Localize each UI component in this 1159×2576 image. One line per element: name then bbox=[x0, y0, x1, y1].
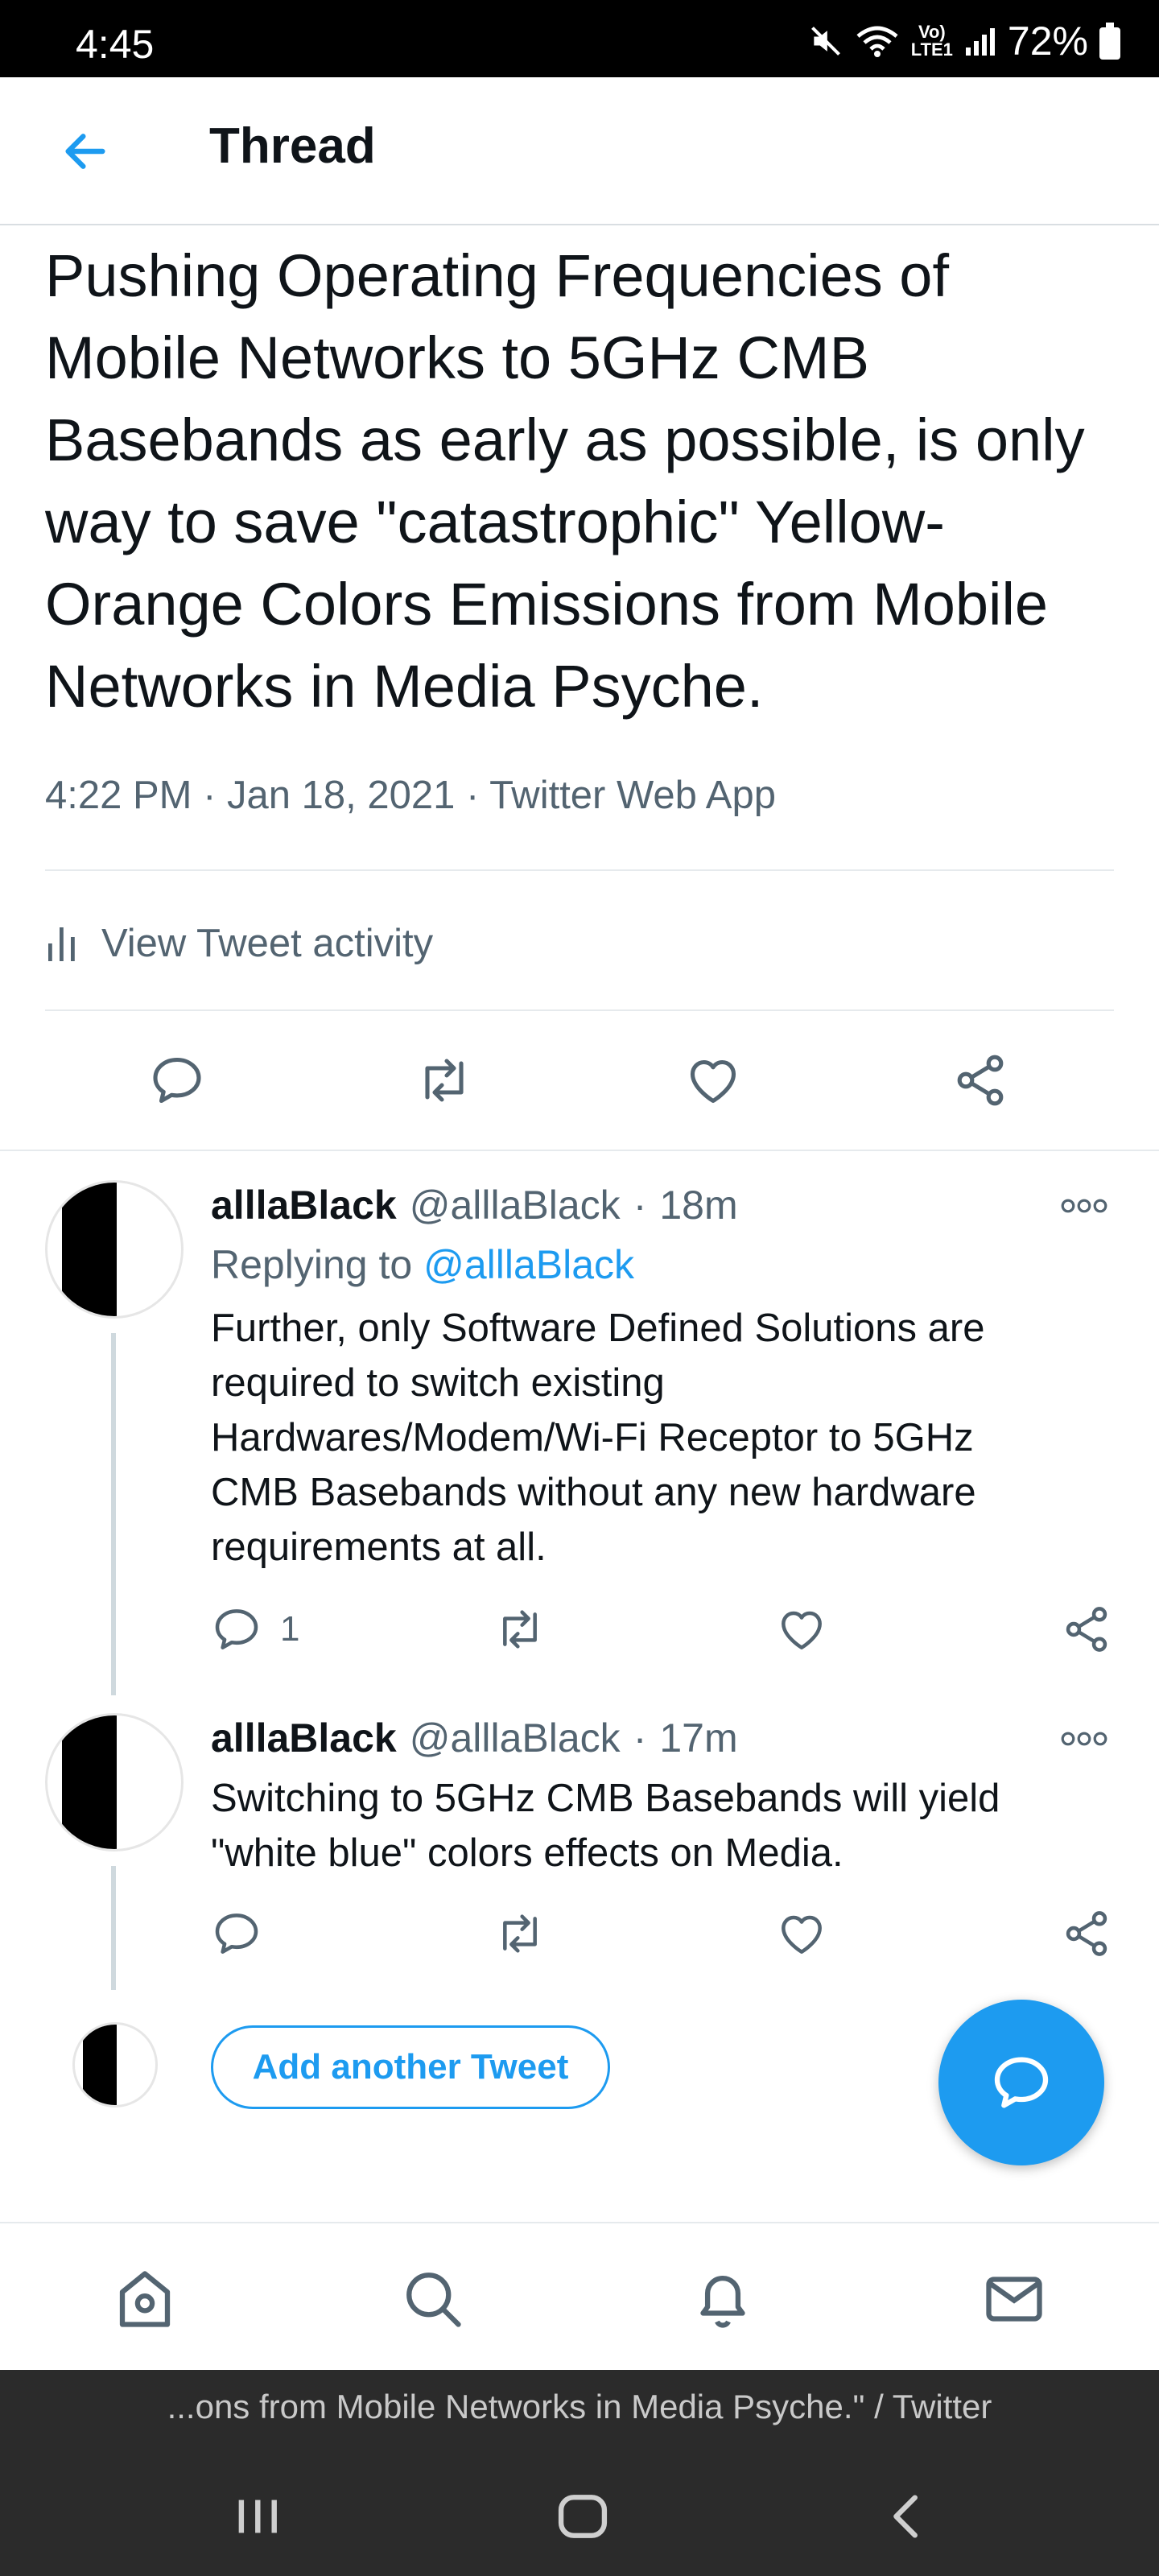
view-tweet-activity-label: View Tweet activity bbox=[101, 922, 434, 965]
divider bbox=[45, 1009, 1114, 1011]
status-time: 4:45 bbox=[76, 22, 155, 67]
share-button[interactable] bbox=[1061, 1901, 1112, 1966]
retweet-icon bbox=[425, 1059, 464, 1102]
replying-to-prefix: Replying to bbox=[211, 1242, 413, 1287]
meta-separator: · bbox=[203, 774, 228, 817]
analytics-icon bbox=[48, 927, 75, 961]
replying-to-handle[interactable]: @alllaBlack bbox=[423, 1242, 634, 1287]
tweet-source[interactable]: Twitter Web App bbox=[489, 774, 776, 817]
like-icon bbox=[690, 1059, 736, 1104]
tweet-time: 4:22 PM bbox=[45, 774, 192, 817]
volte-label: Vo) bbox=[918, 22, 946, 42]
mute-icon bbox=[808, 23, 843, 59]
reply-actions bbox=[0, 1901, 1159, 1966]
home-square-icon bbox=[558, 2495, 608, 2538]
like-button[interactable] bbox=[681, 1048, 745, 1113]
home-icon bbox=[119, 2271, 171, 2327]
nav-home[interactable] bbox=[105, 2259, 185, 2339]
more-dots-icon bbox=[1061, 1732, 1107, 1746]
reply-author-handle[interactable]: @alllaBlack bbox=[410, 1182, 621, 1228]
chevron-left-icon bbox=[893, 2495, 918, 2538]
page-title: Thread bbox=[209, 118, 376, 174]
reply-button[interactable] bbox=[145, 1048, 209, 1113]
bottom-navigation bbox=[0, 2222, 1159, 2370]
reply-button[interactable] bbox=[211, 1901, 262, 1966]
share-button[interactable] bbox=[948, 1048, 1013, 1113]
nav-search[interactable] bbox=[393, 2259, 473, 2339]
search-icon bbox=[406, 2273, 461, 2327]
share-icon bbox=[957, 1055, 1004, 1106]
reply-button[interactable]: 1 bbox=[211, 1597, 299, 1662]
compose-reply-fab[interactable] bbox=[938, 2000, 1104, 2165]
reply-author-name[interactable]: alllaBlack bbox=[211, 1715, 397, 1761]
meta-separator: · bbox=[633, 1715, 647, 1761]
nav-messages[interactable] bbox=[974, 2259, 1054, 2339]
retweet-icon bbox=[503, 1914, 537, 1953]
recent-apps-icon bbox=[238, 2500, 277, 2533]
view-tweet-activity[interactable]: View Tweet activity bbox=[45, 911, 433, 976]
retweet-button[interactable] bbox=[412, 1048, 476, 1113]
battery-icon bbox=[1099, 23, 1120, 60]
reply-author-name[interactable]: alllaBlack bbox=[211, 1182, 397, 1228]
reply-icon bbox=[153, 1057, 201, 1104]
replying-to: Replying to @alllaBlack bbox=[211, 1241, 634, 1288]
signal-icon bbox=[964, 25, 996, 57]
reply-compose-icon bbox=[994, 2057, 1049, 2108]
meta-separator: · bbox=[466, 774, 490, 817]
meta-separator: · bbox=[633, 1183, 647, 1228]
reply-count: 1 bbox=[280, 1609, 300, 1649]
share-icon bbox=[1066, 1911, 1107, 1956]
thread-header: Thread bbox=[0, 77, 1159, 225]
reply-text: Further, only Software Defined Solutions… bbox=[211, 1307, 985, 1569]
divider bbox=[45, 869, 1114, 871]
back-button[interactable] bbox=[53, 119, 118, 184]
main-tweet-actions bbox=[0, 1016, 1159, 1145]
more-options-button[interactable] bbox=[1056, 1723, 1112, 1755]
like-icon bbox=[782, 1611, 822, 1649]
reply-age: 18m bbox=[659, 1183, 738, 1228]
wifi-icon bbox=[855, 23, 900, 59]
status-indicators: Vo) LTE1 72% bbox=[808, 19, 1120, 64]
reply-header: alllaBlack @alllaBlack · 18m bbox=[211, 1182, 738, 1228]
retweet-button[interactable] bbox=[493, 1597, 547, 1662]
main-tweet-text: Pushing Operating Frequencies of Mobile … bbox=[45, 242, 1085, 720]
lte-indicator: Vo) LTE1 bbox=[911, 23, 953, 59]
like-button[interactable] bbox=[776, 1901, 827, 1966]
back-system-button[interactable] bbox=[868, 2476, 948, 2557]
divider bbox=[0, 1150, 1159, 1151]
reply-text: Switching to 5GHz CMB Basebands will yie… bbox=[211, 1777, 1000, 1875]
reply-icon bbox=[215, 1609, 258, 1649]
like-icon bbox=[782, 1915, 822, 1954]
reply-age: 17m bbox=[659, 1715, 738, 1761]
add-another-tweet-button[interactable]: Add another Tweet bbox=[211, 2025, 610, 2109]
reply-actions: 1 bbox=[0, 1597, 1159, 1662]
share-icon bbox=[1066, 1607, 1107, 1652]
reply-header: alllaBlack @alllaBlack · 17m bbox=[211, 1715, 738, 1761]
retweet-button[interactable] bbox=[493, 1901, 547, 1966]
composer-avatar bbox=[72, 2022, 158, 2107]
share-button[interactable] bbox=[1061, 1597, 1112, 1662]
notifications-bell-icon bbox=[700, 2276, 745, 2328]
reply-icon bbox=[215, 1913, 258, 1954]
recent-apps-button[interactable] bbox=[217, 2476, 298, 2557]
reply-author-handle[interactable]: @alllaBlack bbox=[410, 1715, 621, 1761]
status-bar: 4:45 Vo) LTE1 72% bbox=[0, 0, 1159, 77]
back-arrow-icon bbox=[65, 134, 105, 169]
more-dots-icon bbox=[1061, 1199, 1107, 1213]
messages-envelope-icon bbox=[986, 2277, 1042, 2322]
recent-page-title: ...ons from Mobile Networks in Media Psy… bbox=[0, 2370, 1159, 2444]
avatar[interactable] bbox=[45, 1180, 184, 1319]
like-button[interactable] bbox=[776, 1597, 827, 1662]
more-options-button[interactable] bbox=[1056, 1190, 1112, 1222]
battery-percent: 72% bbox=[1007, 19, 1088, 64]
avatar[interactable] bbox=[45, 1713, 184, 1852]
home-system-button[interactable] bbox=[542, 2476, 623, 2557]
lte-label: LTE1 bbox=[910, 39, 953, 60]
tweet-date: Jan 18, 2021 bbox=[227, 774, 456, 817]
tweet-meta: 4:22 PM · Jan 18, 2021 · Twitter Web App bbox=[45, 773, 776, 818]
system-navigation-bar bbox=[0, 2444, 1159, 2576]
retweet-icon bbox=[503, 1610, 537, 1649]
nav-notifications[interactable] bbox=[683, 2259, 763, 2339]
